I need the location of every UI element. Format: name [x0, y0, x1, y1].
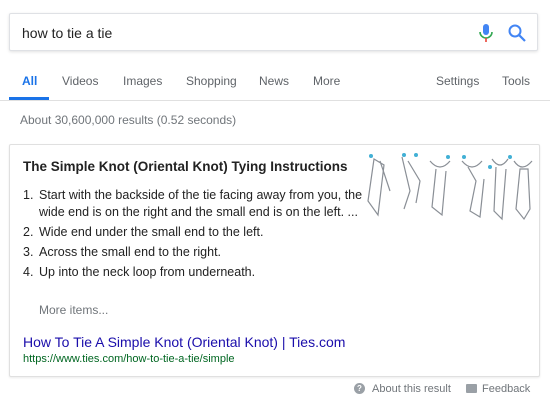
step-number: 1. [23, 188, 34, 202]
tab-tools[interactable]: Tools [502, 74, 530, 88]
more-items-link[interactable]: More items... [39, 303, 108, 317]
list-item: 1. Start with the backside of the tie fa… [23, 187, 368, 221]
tab-shopping[interactable]: Shopping [186, 74, 237, 88]
result-title-link[interactable]: How To Tie A Simple Knot (Oriental Knot)… [23, 334, 345, 350]
feedback-link[interactable]: Feedback [482, 383, 530, 395]
search-input[interactable]: how to tie a tie [22, 25, 112, 41]
tab-more[interactable]: More [313, 74, 340, 88]
search-tabs: All Videos Images Shopping News More Set… [0, 66, 550, 100]
step-number: 3. [23, 245, 34, 259]
search-icon[interactable] [507, 23, 527, 43]
step-text: Wide end under the small end to the left… [39, 225, 264, 239]
tab-settings[interactable]: Settings [436, 74, 479, 88]
step-text: Across the small end to the right. [39, 245, 222, 259]
list-item: 3. Across the small end to the right. [23, 244, 368, 261]
step-text: Start with the backside of the tie facin… [39, 188, 363, 219]
step-number: 2. [23, 225, 34, 239]
tie-knot-diagram-icon [367, 153, 533, 221]
list-item: 4. Up into the neck loop from underneath… [23, 264, 368, 281]
search-bar: how to tie a tie [9, 13, 538, 51]
step-number: 4. [23, 265, 34, 279]
step-text: Up into the neck loop from underneath. [39, 265, 256, 279]
tabs-divider [0, 100, 550, 101]
snippet-title: The Simple Knot (Oriental Knot) Tying In… [23, 159, 348, 174]
question-icon: ? [354, 383, 365, 394]
tab-videos[interactable]: Videos [62, 74, 98, 88]
microphone-icon[interactable] [477, 23, 495, 43]
about-this-result-link[interactable]: About this result [372, 383, 451, 395]
tab-news[interactable]: News [259, 74, 289, 88]
feedback-icon [466, 384, 477, 393]
list-item: 2. Wide end under the small end to the l… [23, 224, 368, 241]
result-stats: About 30,600,000 results (0.52 seconds) [20, 113, 237, 127]
tab-images[interactable]: Images [123, 74, 162, 88]
snippet-steps: 1. Start with the backside of the tie fa… [23, 187, 368, 284]
featured-snippet: The Simple Knot (Oriental Knot) Tying In… [9, 144, 540, 377]
tab-all[interactable]: All [22, 74, 37, 88]
result-url: https://www.ties.com/how-to-tie-a-tie/si… [23, 353, 235, 365]
